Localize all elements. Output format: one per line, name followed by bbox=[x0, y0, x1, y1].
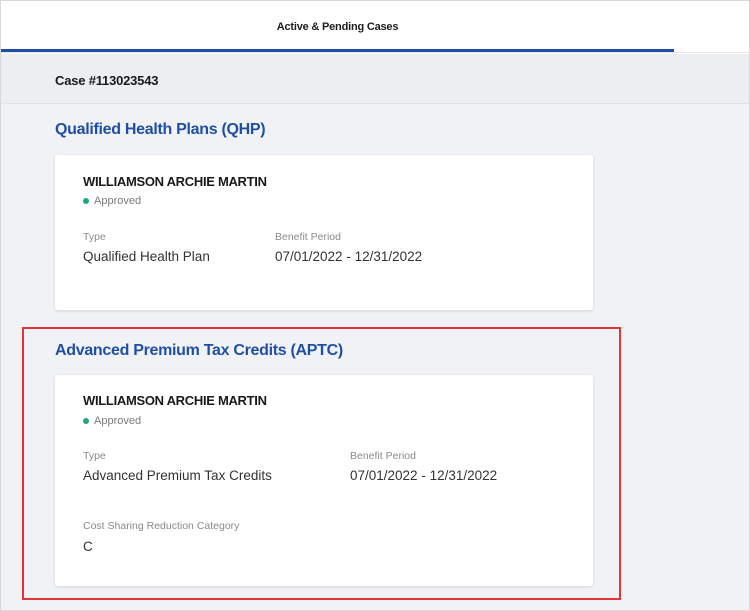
status-badge: Approved bbox=[83, 415, 141, 427]
qhp-card: WILLIAMSON ARCHIE MARTIN Approved Type Q… bbox=[55, 155, 593, 310]
aptc-card: WILLIAMSON ARCHIE MARTIN Approved Type A… bbox=[55, 375, 593, 586]
benefit-period-label: Benefit Period bbox=[350, 450, 416, 462]
type-value: Qualified Health Plan bbox=[83, 249, 210, 264]
status-dot-icon bbox=[83, 418, 89, 424]
benefit-period-value: 07/01/2022 - 12/31/2022 bbox=[350, 468, 498, 483]
section-title-aptc: Advanced Premium Tax Credits (APTC) bbox=[55, 342, 343, 359]
benefit-period-label: Benefit Period bbox=[275, 231, 341, 243]
csr-category-value: C bbox=[83, 539, 93, 554]
status-badge: Approved bbox=[83, 195, 141, 207]
member-name: WILLIAMSON ARCHIE MARTIN bbox=[83, 174, 267, 189]
benefit-period-value: 07/01/2022 - 12/31/2022 bbox=[275, 249, 423, 264]
case-header: Case #113023543 bbox=[1, 54, 749, 104]
status-dot-icon bbox=[83, 198, 89, 204]
active-tab-indicator bbox=[1, 49, 674, 52]
member-name: WILLIAMSON ARCHIE MARTIN bbox=[83, 393, 267, 408]
type-value: Advanced Premium Tax Credits bbox=[83, 468, 272, 483]
case-number: Case #113023543 bbox=[55, 73, 159, 88]
main-content: Case #113023543 Qualified Health Plans (… bbox=[1, 54, 749, 610]
status-text: Approved bbox=[94, 415, 142, 427]
status-text: Approved bbox=[94, 195, 142, 207]
section-title-qhp: Qualified Health Plans (QHP) bbox=[55, 121, 266, 138]
tab-bar: Active & Pending Cases bbox=[1, 1, 749, 53]
csr-category-label: Cost Sharing Reduction Category bbox=[83, 520, 240, 532]
type-label: Type bbox=[83, 450, 106, 462]
tab-active-pending-cases[interactable]: Active & Pending Cases bbox=[1, 1, 674, 53]
type-label: Type bbox=[83, 231, 106, 243]
